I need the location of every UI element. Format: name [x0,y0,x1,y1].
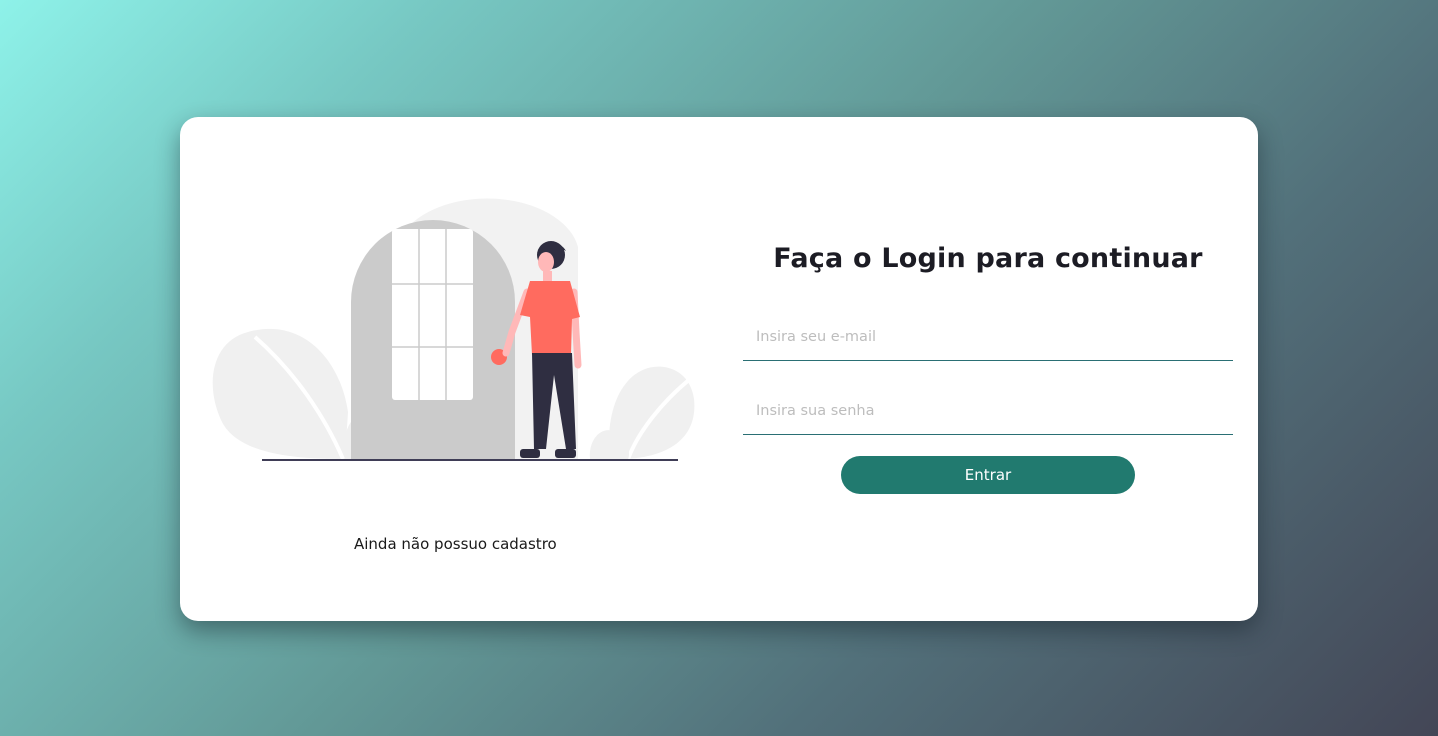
signup-link[interactable]: Ainda não possuo cadastro [354,535,557,553]
person-at-door-illustration [212,198,695,461]
login-page: { "login": { "title": "Faça o Login para… [0,0,1438,736]
email-field[interactable] [743,313,1233,361]
login-button[interactable]: Entrar [841,456,1135,494]
login-title: Faça o Login para continuar [773,243,1203,274]
left-leaf-shape [212,328,348,459]
person-face-shape [538,252,554,272]
password-field[interactable] [743,387,1233,435]
login-card: Ainda não possuo cadastro Faça o Login p… [180,117,1258,621]
left-shoe-shape [520,449,540,458]
door-window-shape [392,229,473,400]
right-shoe-shape [555,449,576,458]
